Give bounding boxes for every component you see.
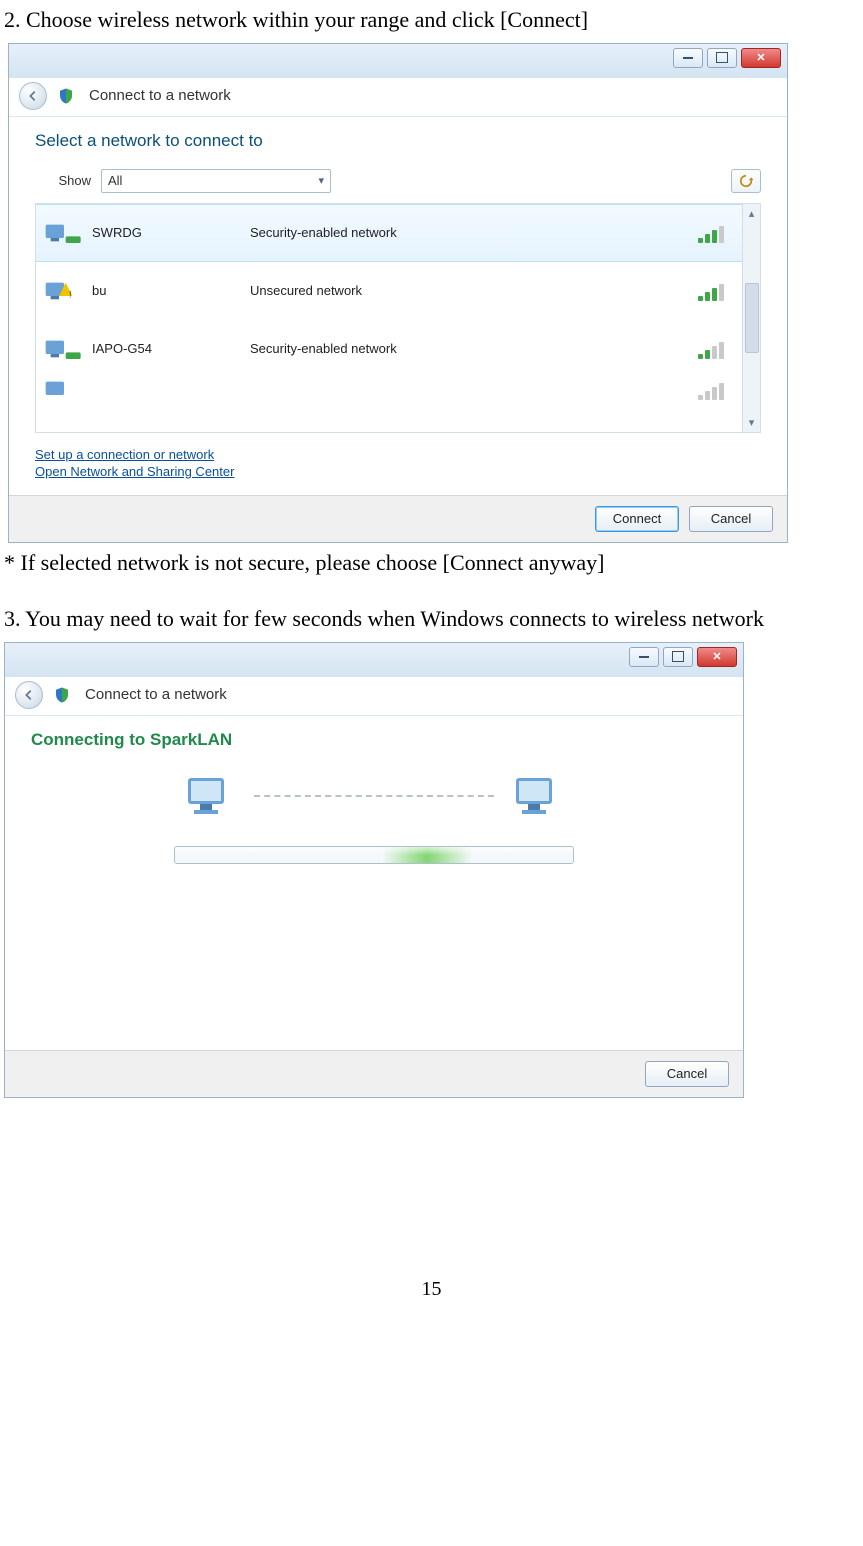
network-icon: ! [44,275,84,307]
scrollbar[interactable]: ▴ ▾ [742,204,760,432]
instruction-step-2: 2. Choose wireless network within your r… [4,6,859,35]
filter-row: Show All ▾ [35,169,761,193]
back-button[interactable] [15,681,43,709]
network-list: SWRDG Security-enabled network ! bu Unse… [35,203,761,433]
network-name: SWRDG [92,225,242,240]
button-bar: Cancel [5,1050,743,1097]
signal-icon [698,281,728,301]
signal-icon [698,223,728,243]
network-icon [44,217,84,249]
network-item[interactable]: SWRDG Security-enabled network [36,204,742,262]
scroll-up-icon[interactable]: ▴ [749,204,755,223]
dialog-body: Select a network to connect to Show All … [9,131,787,495]
network-name: bu [92,283,242,298]
svg-text:!: ! [69,289,72,299]
connect-button[interactable]: Connect [595,506,679,532]
network-icon [44,333,84,365]
network-item[interactable]: IAPO-G54 Security-enabled network [36,320,742,378]
back-button[interactable] [19,82,47,110]
connecting-dialog: Connect to a network Connecting to Spark… [4,642,744,1098]
connect-network-dialog: Connect to a network Select a network to… [8,43,788,543]
network-desc: Security-enabled network [250,341,690,356]
shield-icon [53,686,71,704]
wizard-header: Connect to a network [5,677,743,716]
open-network-center-link[interactable]: Open Network and Sharing Center [35,464,761,479]
close-button[interactable] [741,48,781,68]
network-item-partial[interactable] [36,378,742,402]
wizard-header: Connect to a network [9,78,787,117]
cancel-button[interactable]: Cancel [645,1061,729,1087]
scroll-thumb[interactable] [745,283,759,353]
progress-bar [174,846,574,864]
maximize-button[interactable] [707,48,737,68]
wizard-title: Connect to a network [85,686,227,703]
instruction-note: * If selected network is not secure, ple… [4,549,859,578]
network-item[interactable]: ! bu Unsecured network [36,262,742,320]
instruction-step-3: 3. You may need to wait for few seconds … [4,605,859,634]
chevron-down-icon: ▾ [318,174,324,187]
titlebar [5,643,743,677]
button-bar: Connect Cancel [9,495,787,542]
minimize-button[interactable] [629,647,659,667]
links-area: Set up a connection or network Open Netw… [35,447,761,479]
show-label: Show [35,173,91,188]
dialog-body: Connecting to SparkLAN [5,730,743,1050]
setup-connection-link[interactable]: Set up a connection or network [35,447,761,462]
signal-icon [698,380,728,400]
computer-remote-icon [510,774,566,818]
page-number: 15 [4,1278,859,1301]
connection-line [254,795,494,797]
network-icon [44,374,84,406]
connecting-graphic [31,774,717,818]
network-name: IAPO-G54 [92,341,242,356]
titlebar [9,44,787,78]
filter-dropdown[interactable]: All ▾ [101,169,331,193]
network-desc: Unsecured network [250,283,690,298]
computer-local-icon [182,774,238,818]
filter-value: All [108,173,122,188]
maximize-button[interactable] [663,647,693,667]
shield-icon [57,87,75,105]
cancel-button[interactable]: Cancel [689,506,773,532]
progress-gloss [175,847,573,855]
close-button[interactable] [697,647,737,667]
minimize-button[interactable] [673,48,703,68]
scroll-down-icon[interactable]: ▾ [749,413,755,432]
network-desc: Security-enabled network [250,225,690,240]
wizard-title: Connect to a network [89,87,231,104]
connecting-heading: Connecting to SparkLAN [31,730,717,750]
refresh-button[interactable] [731,169,761,193]
dialog-heading: Select a network to connect to [35,131,761,151]
signal-icon [698,339,728,359]
network-list-inner: SWRDG Security-enabled network ! bu Unse… [36,204,742,432]
